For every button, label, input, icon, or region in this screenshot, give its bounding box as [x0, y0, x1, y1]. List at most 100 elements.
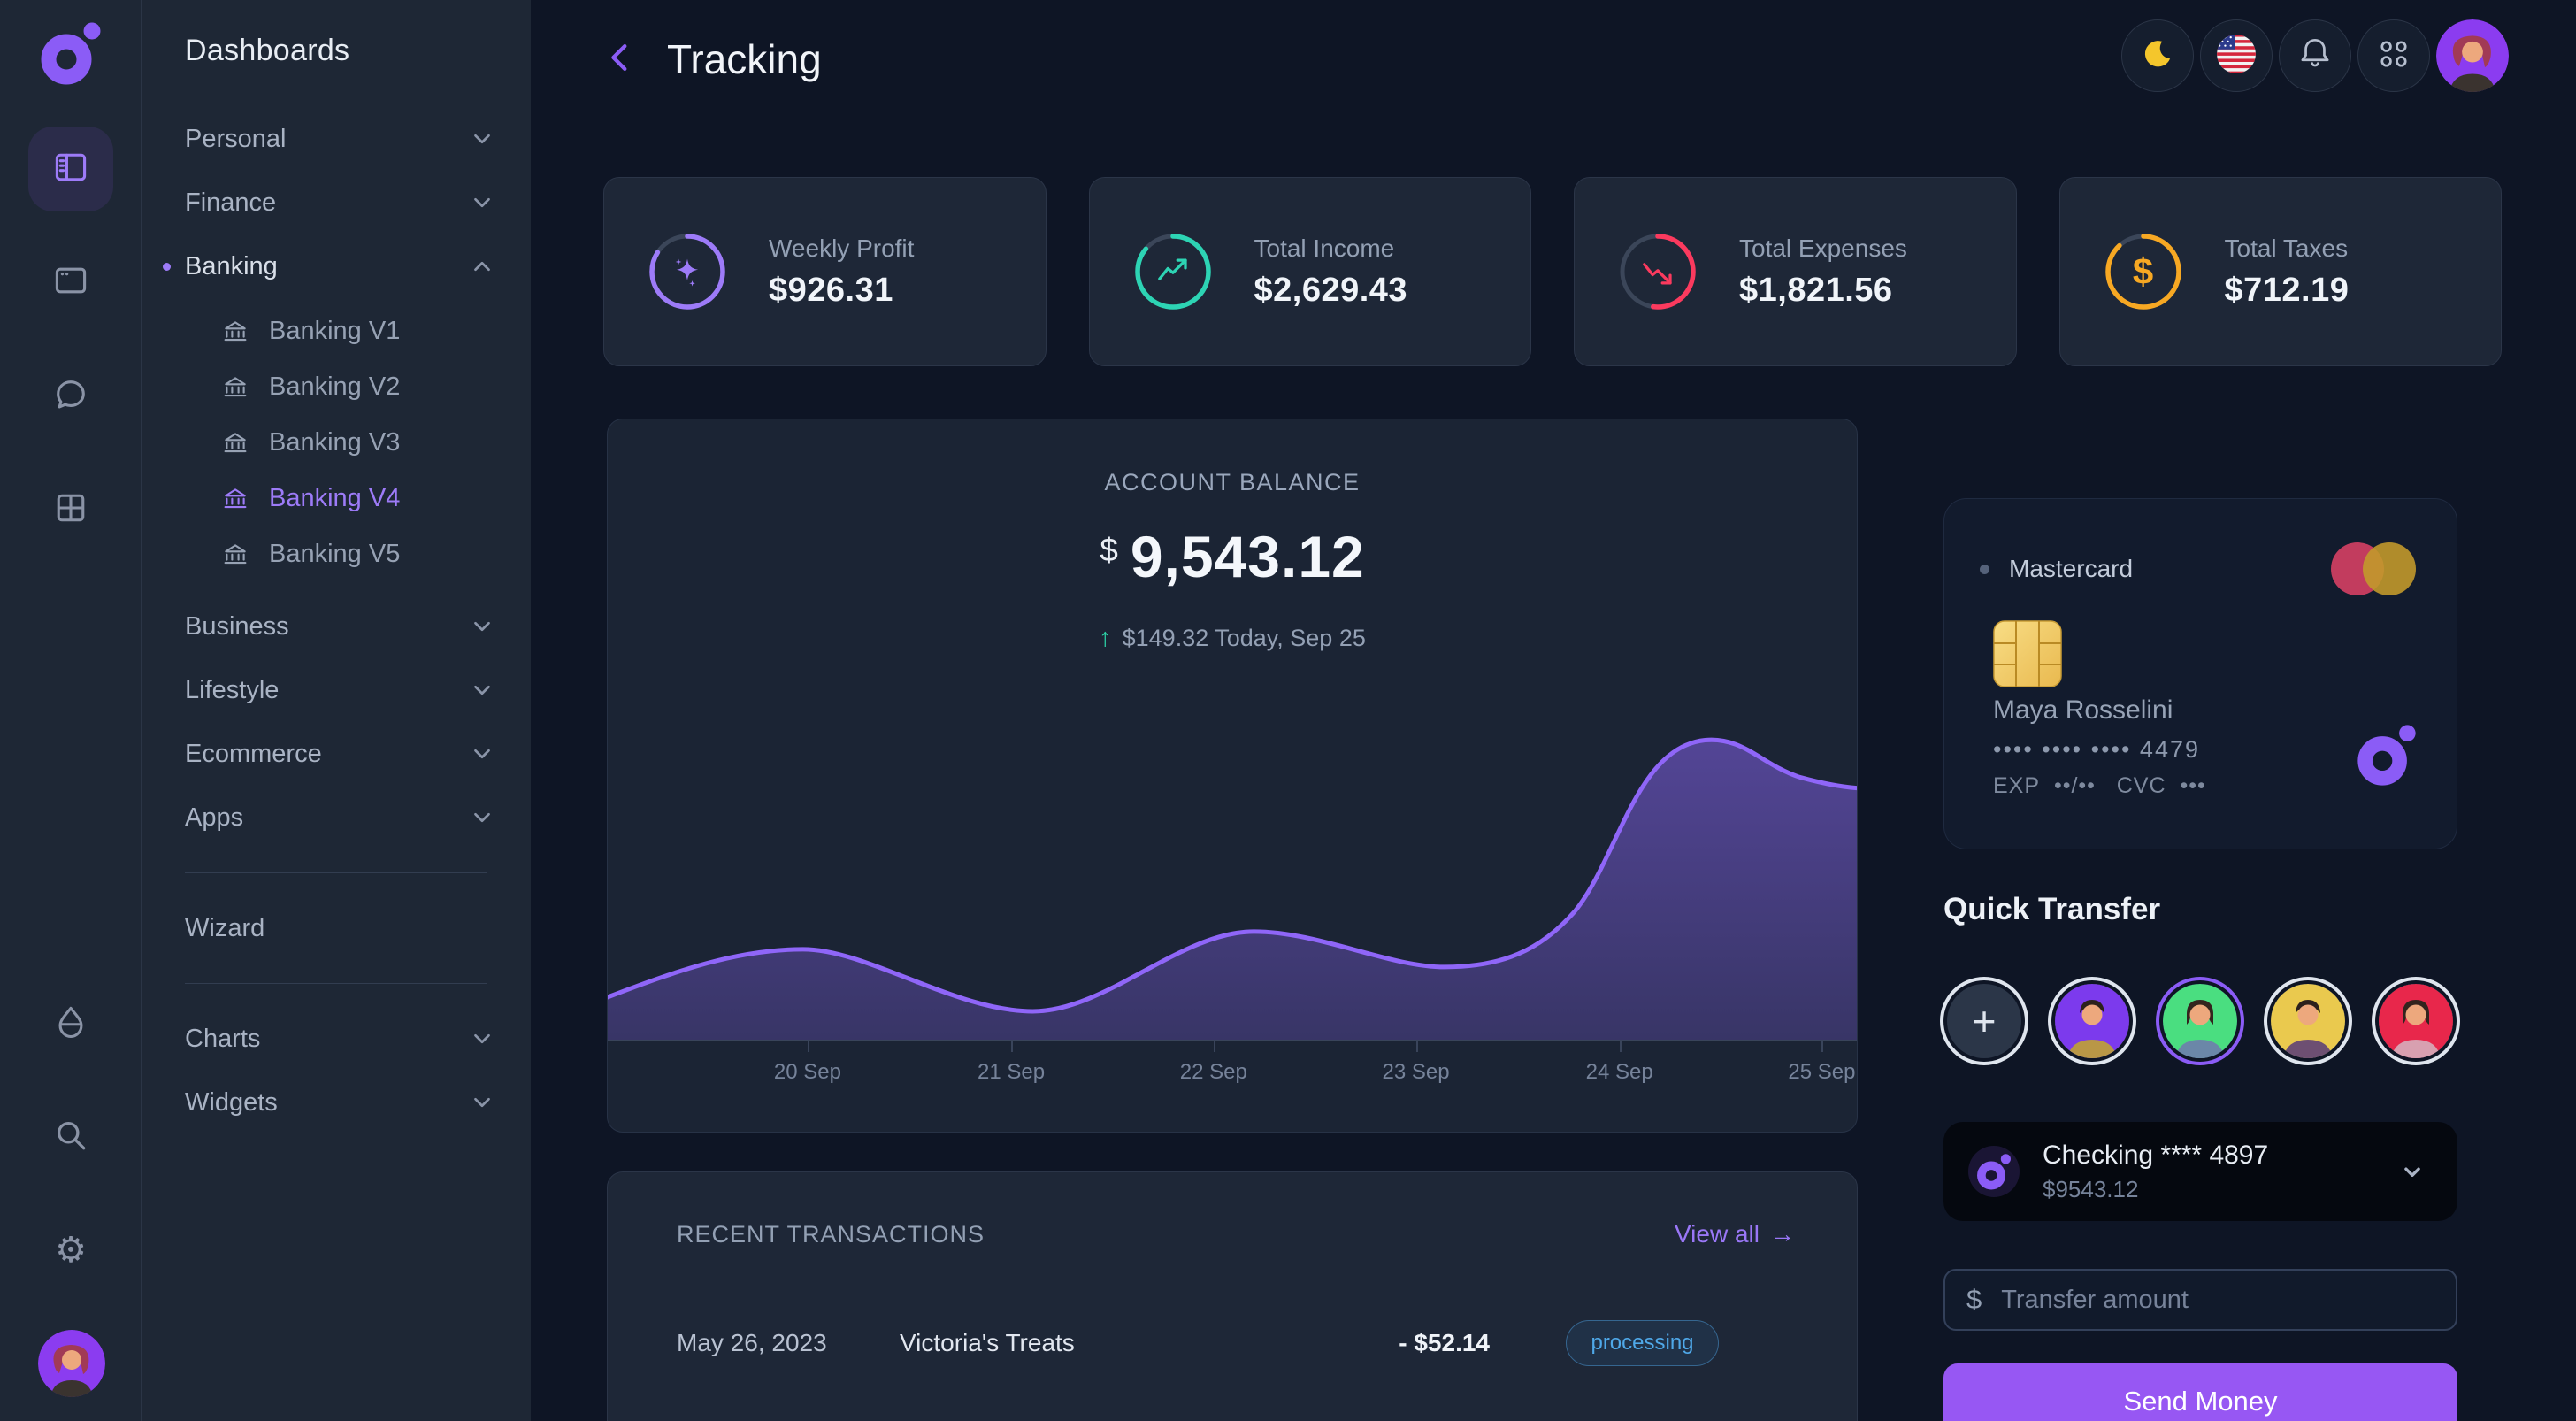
transaction-row[interactable]: May 26, 2023 Victoria's Treats - $52.14 …	[677, 1309, 1795, 1378]
balance-delta-text: $149.32 Today, Sep 25	[1123, 625, 1366, 651]
chevron-down-icon	[469, 613, 495, 640]
recipient-avatar-4[interactable]	[2379, 984, 2453, 1058]
apps-menu-button[interactable]	[2358, 19, 2430, 92]
sidebar-subitem-banking-v5[interactable]: Banking V5	[185, 526, 495, 582]
sidebar-layout-icon	[51, 148, 90, 191]
back-button[interactable]	[602, 38, 640, 81]
rail-item-search[interactable]	[28, 1095, 113, 1179]
sidebar-subitem-label: Banking V3	[269, 428, 400, 457]
x-axis-line	[608, 1040, 1857, 1041]
sidebar-item-wizard[interactable]: Wizard	[185, 896, 495, 960]
rail-item-chat[interactable]	[28, 354, 113, 439]
rail-item-window[interactable]	[28, 240, 113, 325]
sidebar: Dashboards PersonalFinanceBankingBanking…	[142, 0, 531, 1421]
bank-icon	[221, 373, 249, 402]
stat-value: $1,821.56	[1739, 272, 1907, 310]
view-all-link[interactable]: View all →	[1675, 1220, 1795, 1248]
x-axis-label: 20 Sep	[774, 1060, 841, 1085]
x-axis-tick	[1416, 1041, 1418, 1052]
stat-value: $712.19	[2225, 272, 2350, 310]
x-axis-tick	[1011, 1041, 1013, 1052]
account-select-texts: Checking **** 4897 $9543.12	[2043, 1141, 2374, 1203]
card-exp-cvc: EXP ••/•• CVC •••	[1993, 773, 2206, 799]
moon-icon	[2137, 34, 2178, 79]
person-avatar-icon	[2163, 984, 2237, 1058]
rail-item-settings[interactable]: ⚙	[28, 1208, 113, 1293]
card-chip-icon	[1993, 620, 2062, 687]
sidebar-subitem-label: Banking V1	[269, 317, 400, 346]
sidebar-divider	[185, 872, 487, 873]
sidebar-item-personal[interactable]: Personal	[185, 107, 495, 171]
chevron-down-icon	[469, 189, 495, 216]
transactions-title: RECENT TRANSACTIONS	[677, 1221, 985, 1248]
sidebar-subitem-banking-v1[interactable]: Banking V1	[185, 303, 495, 359]
rail-profile-avatar[interactable]	[38, 1330, 105, 1397]
icon-rail: ⚙	[0, 0, 142, 1421]
transaction-amount: - $52.14	[1300, 1329, 1490, 1357]
stat-label: Total Income	[1254, 234, 1408, 263]
sidebar-item-charts[interactable]: Charts	[185, 1007, 495, 1071]
sidebar-item-label: Widgets	[185, 1088, 469, 1118]
profile-avatar[interactable]	[2436, 19, 2509, 92]
active-dot-icon	[163, 263, 171, 271]
person-avatar-icon	[2271, 984, 2345, 1058]
add-recipient-button[interactable]: +	[1947, 984, 2021, 1058]
topbar-actions	[2121, 19, 2509, 92]
sidebar-item-apps[interactable]: Apps	[185, 786, 495, 849]
chevron-left-icon	[603, 38, 639, 81]
rail-item-table[interactable]	[28, 467, 113, 552]
transaction-name: Victoria's Treats	[900, 1329, 1300, 1357]
bank-icon	[221, 541, 249, 569]
sidebar-subitem-banking-v4[interactable]: Banking V4	[185, 471, 495, 526]
transfer-amount-input[interactable]	[1999, 1285, 2434, 1316]
rail-item-dashboards[interactable]	[28, 127, 113, 211]
progress-ring: $	[2099, 227, 2188, 316]
rail-item-theme[interactable]	[28, 981, 113, 1066]
status-badge: processing	[1566, 1320, 1718, 1366]
sidebar-item-ecommerce[interactable]: Ecommerce	[185, 722, 495, 786]
us-flag-icon	[2216, 34, 2257, 79]
recipient-avatar-1[interactable]	[2055, 984, 2129, 1058]
sidebar-item-widgets[interactable]: Widgets	[185, 1071, 495, 1134]
chevron-down-icon	[469, 741, 495, 767]
gear-icon: ⚙	[55, 1233, 87, 1268]
sidebar-item-lifestyle[interactable]: Lifestyle	[185, 658, 495, 722]
stat-label: Weekly Profit	[769, 234, 914, 263]
bank-icon	[221, 429, 249, 457]
sparkle-icon	[669, 253, 706, 290]
arrow-right-icon: →	[1770, 1220, 1795, 1248]
view-all-label: View all	[1675, 1220, 1760, 1248]
transaction-row[interactable]: May 25, 2023 Mores Saint LLC - $498.47 c…	[677, 1411, 1795, 1421]
balance-amount: 9,543.12	[1131, 524, 1365, 589]
sidebar-item-business[interactable]: Business	[185, 595, 495, 658]
notifications-button[interactable]	[2279, 19, 2351, 92]
transfer-amount-field: $	[1944, 1269, 2457, 1331]
sidebar-item-banking[interactable]: Banking	[185, 234, 495, 298]
sidebar-subitem-banking-v2[interactable]: Banking V2	[185, 359, 495, 415]
sidebar-subitem-banking-v3[interactable]: Banking V3	[185, 415, 495, 471]
card-number-masked: •••• •••• •••• 4479	[1993, 736, 2200, 764]
chevron-down-icon	[469, 1089, 495, 1116]
brand-logo[interactable]	[36, 19, 105, 88]
dollar-icon: $	[2133, 250, 2153, 293]
dark-mode-button[interactable]	[2121, 19, 2194, 92]
transactions-list: May 26, 2023 Victoria's Treats - $52.14 …	[677, 1309, 1795, 1421]
sidebar-item-label: Wizard	[185, 914, 495, 943]
recipient-avatar-2[interactable]	[2163, 984, 2237, 1058]
chart-area-fill	[608, 740, 1857, 1040]
stat-cards-row: Weekly Profit $926.31 Total Income $2,62…	[603, 177, 2502, 366]
card-network-row: Mastercard	[1980, 533, 2421, 605]
sidebar-item-finance[interactable]: Finance	[185, 171, 495, 234]
sidebar-item-label: Lifestyle	[185, 676, 469, 705]
stat-texts: Total Expenses $1,821.56	[1739, 234, 1907, 310]
woman-avatar-icon	[38, 1330, 105, 1397]
stat-texts: Weekly Profit $926.31	[769, 234, 914, 310]
x-axis-label: 23 Sep	[1383, 1060, 1450, 1085]
account-select[interactable]: Checking **** 4897 $9543.12	[1944, 1122, 2457, 1221]
send-money-button[interactable]: Send Money	[1944, 1363, 2457, 1421]
language-button[interactable]	[2200, 19, 2273, 92]
recipient-avatar-3[interactable]	[2271, 984, 2345, 1058]
arrow-up-icon: ↑	[1099, 624, 1112, 652]
bank-icon	[221, 318, 249, 346]
stat-card-weekly-profit: Weekly Profit $926.31	[603, 177, 1046, 366]
